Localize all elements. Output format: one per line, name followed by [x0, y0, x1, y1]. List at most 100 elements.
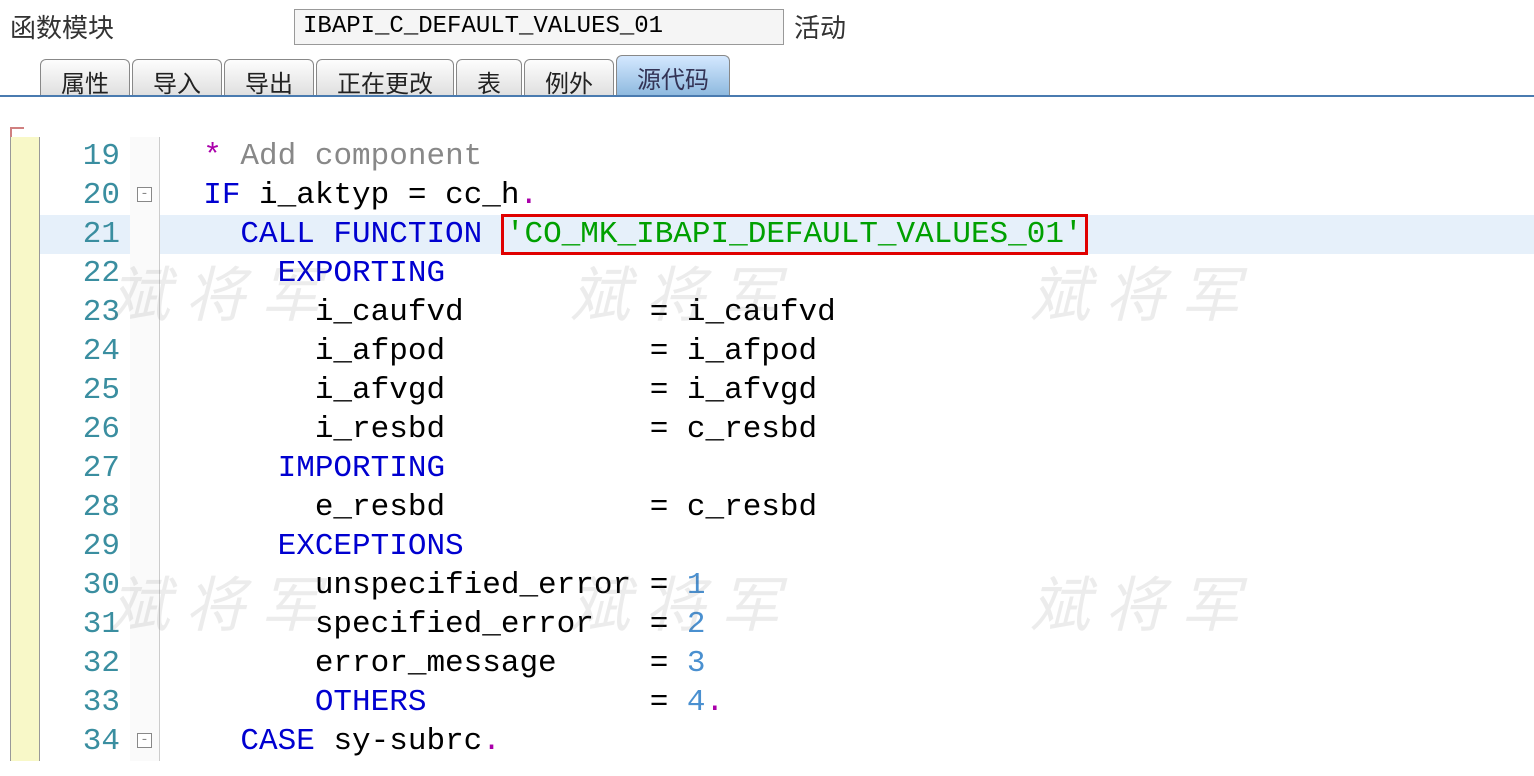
code-content[interactable]: EXPORTING — [160, 254, 1534, 293]
gutter — [10, 254, 40, 293]
code-line[interactable]: 26 i_resbd = c_resbd — [10, 410, 1534, 449]
code-content[interactable]: specified_error = 2 — [160, 605, 1534, 644]
code-line[interactable]: 25 i_afvgd = i_afvgd — [10, 371, 1534, 410]
code-token: e_resbd — [166, 490, 650, 525]
code-content[interactable]: CALL FUNCTION 'CO_MK_IBAPI_DEFAULT_VALUE… — [160, 215, 1534, 254]
code-token — [166, 451, 278, 486]
code-content[interactable]: i_afpod = i_afpod — [160, 332, 1534, 371]
tab-0[interactable]: 属性 — [40, 59, 130, 95]
line-number: 23 — [40, 293, 130, 332]
code-token: i_afpod — [166, 334, 650, 369]
highlighted-function-name: 'CO_MK_IBAPI_DEFAULT_VALUES_01' — [501, 214, 1088, 255]
fold-column — [130, 410, 160, 449]
code-line[interactable]: 22 EXPORTING — [10, 254, 1534, 293]
code-line[interactable]: 30 unspecified_error = 1 — [10, 566, 1534, 605]
code-token: cc_h — [426, 178, 519, 213]
line-number: 26 — [40, 410, 130, 449]
code-token: 3 — [687, 646, 706, 681]
code-line[interactable]: 27 IMPORTING — [10, 449, 1534, 488]
code-content[interactable]: IF i_aktyp = cc_h. — [160, 176, 1534, 215]
code-line[interactable]: 32 error_message = 3 — [10, 644, 1534, 683]
tab-5[interactable]: 例外 — [524, 59, 614, 95]
code-token — [166, 217, 240, 252]
code-token — [166, 724, 240, 759]
fold-column — [130, 293, 160, 332]
code-content[interactable]: OTHERS = 4. — [160, 683, 1534, 722]
code-content[interactable]: i_resbd = c_resbd — [160, 410, 1534, 449]
gutter — [10, 527, 40, 566]
code-line[interactable]: 28 e_resbd = c_resbd — [10, 488, 1534, 527]
module-name-input[interactable] — [294, 9, 784, 45]
code-token: c_resbd — [668, 490, 817, 525]
tab-6[interactable]: 源代码 — [616, 55, 730, 95]
gutter — [10, 176, 40, 215]
line-number: 29 — [40, 527, 130, 566]
code-line[interactable]: 29 EXCEPTIONS — [10, 527, 1534, 566]
code-token: subrc — [389, 724, 482, 759]
code-content[interactable]: i_caufvd = i_caufvd — [160, 293, 1534, 332]
module-status: 活动 — [794, 8, 846, 45]
gutter — [10, 605, 40, 644]
fold-column — [130, 527, 160, 566]
line-number: 21 — [40, 215, 130, 254]
code-token: = — [650, 295, 669, 330]
tab-3[interactable]: 正在更改 — [316, 59, 454, 95]
tab-1[interactable]: 导入 — [132, 59, 222, 95]
code-content[interactable]: CASE sy-subrc. — [160, 722, 1534, 761]
code-token: 2 — [687, 607, 706, 642]
code-line[interactable]: 33 OTHERS = 4. — [10, 683, 1534, 722]
gutter — [10, 137, 40, 176]
fold-column — [130, 332, 160, 371]
code-editor[interactable]: 19 * Add component20- IF i_aktyp = cc_h.… — [0, 97, 1534, 776]
code-token: . — [706, 685, 725, 720]
fold-column[interactable]: - — [130, 722, 160, 761]
code-content[interactable]: e_resbd = c_resbd — [160, 488, 1534, 527]
tab-2[interactable]: 导出 — [224, 59, 314, 95]
gutter — [10, 722, 40, 761]
fold-toggle-icon[interactable]: - — [137, 187, 152, 202]
module-label: 函数模块 — [10, 8, 114, 45]
code-token — [668, 646, 687, 681]
gutter — [10, 566, 40, 605]
code-content[interactable]: unspecified_error = 1 — [160, 566, 1534, 605]
line-number: 19 — [40, 137, 130, 176]
fold-column — [130, 488, 160, 527]
code-content[interactable]: EXCEPTIONS — [160, 527, 1534, 566]
code-line[interactable]: 23 i_caufvd = i_caufvd — [10, 293, 1534, 332]
gutter — [10, 449, 40, 488]
code-token — [668, 607, 687, 642]
code-token: i_afvgd — [166, 373, 650, 408]
code-line[interactable]: 24 i_afpod = i_afpod — [10, 332, 1534, 371]
code-token: i_resbd — [166, 412, 650, 447]
fold-column — [130, 254, 160, 293]
code-token: * — [203, 139, 222, 174]
code-content[interactable]: i_afvgd = i_afvgd — [160, 371, 1534, 410]
code-token: = — [408, 178, 427, 213]
tab-bar: 属性导入导出正在更改表例外源代码 — [0, 53, 1534, 95]
line-number: 31 — [40, 605, 130, 644]
code-content[interactable]: error_message = 3 — [160, 644, 1534, 683]
code-token: i_afvgd — [668, 373, 817, 408]
code-line[interactable]: 19 * Add component — [10, 137, 1534, 176]
line-number: 27 — [40, 449, 130, 488]
header-row: 函数模块 活动 — [0, 0, 1534, 53]
code-content[interactable]: * Add component — [160, 137, 1534, 176]
fold-toggle-icon[interactable]: - — [137, 733, 152, 748]
code-content[interactable]: IMPORTING — [160, 449, 1534, 488]
fold-column[interactable]: - — [130, 176, 160, 215]
code-token: EXCEPTIONS — [278, 529, 464, 564]
gutter — [10, 293, 40, 332]
code-token: = — [650, 373, 669, 408]
tab-4[interactable]: 表 — [456, 59, 522, 95]
fold-column — [130, 566, 160, 605]
code-line[interactable]: 31 specified_error = 2 — [10, 605, 1534, 644]
code-token: = — [650, 646, 669, 681]
gutter — [10, 332, 40, 371]
line-number: 32 — [40, 644, 130, 683]
line-number: 22 — [40, 254, 130, 293]
code-line[interactable]: 20- IF i_aktyp = cc_h. — [10, 176, 1534, 215]
gutter — [10, 488, 40, 527]
code-token: i_aktyp — [240, 178, 407, 213]
code-line[interactable]: 34- CASE sy-subrc. — [10, 722, 1534, 761]
code-line[interactable]: 21 CALL FUNCTION 'CO_MK_IBAPI_DEFAULT_VA… — [10, 215, 1534, 254]
